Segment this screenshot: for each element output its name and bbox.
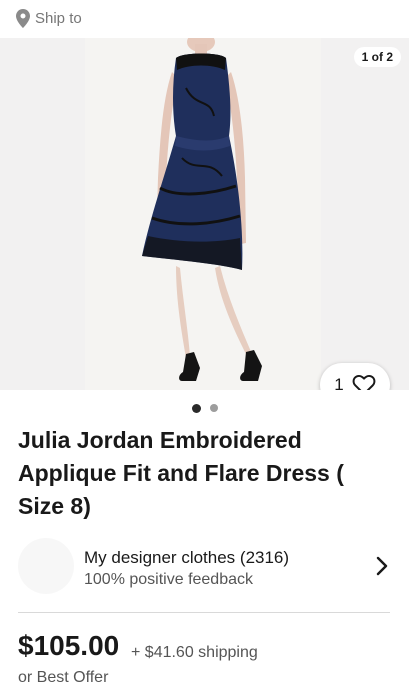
image-counter: 1 of 2: [353, 47, 401, 67]
heart-icon: [352, 374, 376, 390]
image-pager: [0, 403, 409, 413]
pager-dot[interactable]: [209, 404, 218, 412]
price: $105.00: [18, 630, 120, 661]
seller-name: My designer clothes (2316): [84, 548, 290, 567]
shipping-cost: + $41.60 shipping: [131, 644, 258, 661]
best-offer-label: or Best Offer: [18, 669, 109, 686]
divider: [18, 612, 390, 613]
top-bar: Ship to: [0, 0, 409, 38]
watch-button[interactable]: 1: [320, 363, 390, 390]
listing-title: Julia Jordan Embroidered Applique Fit an…: [18, 427, 344, 519]
ship-to-button[interactable]: Ship to: [16, 9, 82, 28]
product-image-gallery[interactable]: 1 of 2 1: [0, 38, 409, 390]
seller-card[interactable]: My designer clothes (2316) 100% positive…: [18, 538, 390, 596]
chevron-right-icon[interactable]: [376, 556, 388, 576]
pager-dot-active[interactable]: [191, 403, 201, 413]
ship-to-label: Ship to: [35, 10, 82, 27]
product-image[interactable]: [0, 38, 409, 390]
seller-feedback: 100% positive feedback: [84, 571, 253, 588]
location-pin-icon: [16, 9, 30, 28]
seller-avatar: [18, 538, 74, 594]
watch-count: 1: [334, 375, 344, 390]
